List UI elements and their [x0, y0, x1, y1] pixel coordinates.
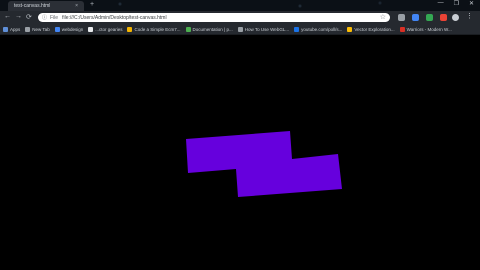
extension-icon[interactable] [440, 14, 447, 21]
bookmark-label: Vector Exploration... [354, 26, 395, 32]
profile-avatar-icon[interactable] [452, 14, 459, 21]
apps-grid-icon [3, 26, 8, 32]
bookmark-label: Apps [10, 26, 21, 32]
bookmark-favicon-icon [54, 26, 60, 32]
bookmark-label: Code a Simple Ecm7... [134, 26, 181, 32]
bookmark-favicon-icon [25, 26, 31, 32]
tab-test-canvas[interactable]: test-canvas.html × [8, 1, 84, 11]
url-scheme: File [50, 14, 59, 21]
canvas-page [0, 36, 480, 270]
minimize-button[interactable]: — [438, 0, 444, 7]
bookmark-favicon-icon [237, 26, 243, 32]
bookmark-item[interactable]: youtube.com/poll/s... [294, 26, 343, 32]
bookmarks-bar: Apps New Tab webdesign ...ctor gearies Code … [0, 24, 480, 35]
bookmark-item[interactable]: ...ctor gearies [88, 26, 123, 32]
bookmark-favicon-icon [185, 26, 191, 32]
apps-shortcut[interactable]: Apps [3, 26, 21, 32]
reload-button[interactable]: ⟳ [26, 13, 32, 21]
bookmark-label: webdesign [61, 26, 84, 32]
bookmark-favicon-icon [294, 26, 300, 32]
bookmark-label: youtube.com/poll/s... [301, 26, 343, 32]
close-window-button[interactable]: ✕ [469, 0, 474, 7]
bookmark-label: How To Use WebGL... [244, 26, 290, 32]
purple-z-shape [186, 131, 342, 197]
bookmark-favicon-icon [88, 26, 94, 32]
bookmark-favicon-icon [399, 26, 405, 32]
bookmark-label: Warriors - Modern W... [406, 26, 452, 32]
new-tab-button[interactable]: + [90, 1, 94, 8]
tab-close-icon[interactable]: × [75, 3, 78, 9]
bookmark-item[interactable]: How To Use WebGL... [237, 26, 290, 32]
bookmark-item[interactable]: New Tab [25, 26, 50, 32]
bookmark-item[interactable]: Vector Exploration... [347, 26, 395, 32]
bookmark-item[interactable]: webdesign [54, 26, 84, 32]
info-icon[interactable]: ⓘ [42, 14, 47, 21]
address-bar[interactable]: ⓘ File file:///C:/Users/Admin/Desktop/te… [38, 13, 390, 22]
bookmark-star-icon[interactable]: ☆ [380, 13, 386, 21]
window-controls: — ❐ ✕ [438, 0, 474, 7]
tab-strip: test-canvas.html × + — ❐ ✕ [0, 0, 480, 11]
menu-icon[interactable]: ⋮ [466, 12, 473, 20]
bookmark-label: New Tab [32, 26, 50, 32]
bookmark-item[interactable]: Warriors - Modern W... [399, 26, 452, 32]
maximize-button[interactable]: ❐ [454, 0, 459, 7]
bookmark-favicon-icon [347, 26, 353, 32]
forward-button[interactable]: → [15, 13, 22, 20]
toolbar: ← → ⟳ ⓘ File file:///C:/Users/Admin/Desk… [0, 11, 480, 24]
extension-icon[interactable] [426, 14, 433, 21]
tab-title: test-canvas.html [14, 3, 51, 9]
bookmark-label: Documentation | p... [192, 26, 233, 32]
extension-icon[interactable] [412, 14, 419, 21]
drawing-canvas[interactable] [0, 36, 480, 270]
bookmark-label: ...ctor gearies [95, 26, 123, 32]
bookmark-favicon-icon [127, 26, 133, 32]
back-button[interactable]: ← [4, 13, 11, 20]
url-text[interactable]: file:///C:/Users/Admin/Desktop/test-canv… [62, 15, 166, 21]
bookmark-item[interactable]: Code a Simple Ecm7... [127, 26, 181, 32]
extension-icon[interactable] [398, 14, 405, 21]
bookmark-item[interactable]: Documentation | p... [185, 26, 233, 32]
